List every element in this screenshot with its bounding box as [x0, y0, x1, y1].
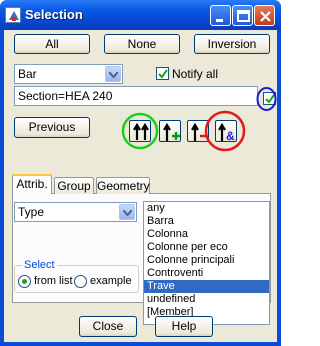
- element-type-select[interactable]: Bar: [14, 64, 123, 84]
- add-selection-button[interactable]: [159, 120, 181, 142]
- blue-highlight-circle: [256, 87, 277, 111]
- select-group-label: Select: [22, 259, 57, 271]
- green-highlight-circle: [121, 112, 159, 150]
- previous-button[interactable]: Previous: [14, 117, 90, 138]
- attribute-select[interactable]: Type: [14, 202, 137, 222]
- title-bar[interactable]: Selection: [0, 0, 281, 30]
- attribute-value: Type: [18, 205, 45, 219]
- red-highlight-circle: [204, 110, 246, 152]
- from-list-radio[interactable]: [18, 275, 31, 288]
- notify-all-label: Notify all: [172, 67, 219, 81]
- list-item[interactable]: Barra: [144, 215, 269, 228]
- dialog-client: All None Inversion Bar Notify all Sectio…: [4, 30, 277, 342]
- selection-criteria-input[interactable]: Section=HEA 240: [14, 86, 258, 106]
- example-radio[interactable]: [74, 275, 87, 288]
- close-icon: [260, 11, 271, 22]
- attribute-values-list[interactable]: any Barra Colonna Colonne per eco Colonn…: [143, 201, 270, 325]
- list-item[interactable]: Controventi: [144, 267, 269, 280]
- tab-group[interactable]: Group: [54, 177, 94, 194]
- list-item[interactable]: any: [144, 202, 269, 215]
- tab-geometry[interactable]: Geometry: [96, 177, 150, 194]
- up-arrow-plus-icon: [163, 122, 180, 141]
- list-item[interactable]: Colonne per eco: [144, 241, 269, 254]
- list-item[interactable]: Colonne principali: [144, 254, 269, 267]
- selection-window: Selection All None Inversion Bar Notify …: [0, 0, 281, 346]
- close-window-button[interactable]: [254, 5, 275, 26]
- all-button[interactable]: All: [14, 34, 90, 54]
- app-icon: [5, 7, 21, 23]
- chevron-down-icon[interactable]: [119, 204, 135, 220]
- maximize-button[interactable]: [232, 5, 253, 26]
- minimize-icon: [216, 19, 223, 22]
- chevron-down-icon[interactable]: [105, 66, 121, 82]
- list-item[interactable]: undefined: [144, 293, 269, 306]
- element-type-value: Bar: [18, 67, 37, 81]
- minimize-button[interactable]: [210, 5, 231, 26]
- window-title: Selection: [25, 7, 83, 22]
- list-item[interactable]: Colonna: [144, 228, 269, 241]
- list-item-selected[interactable]: Trave: [144, 280, 269, 293]
- maximize-icon: [237, 10, 250, 22]
- tab-attrib[interactable]: Attrib.: [12, 174, 52, 194]
- none-button[interactable]: None: [104, 34, 180, 54]
- help-button[interactable]: Help: [155, 316, 213, 337]
- close-button[interactable]: Close: [79, 316, 137, 337]
- checkmark-icon: [158, 69, 168, 79]
- notify-all-checkbox[interactable]: [156, 67, 169, 80]
- example-label: example: [90, 275, 132, 287]
- from-list-label: from list: [34, 275, 73, 287]
- inversion-button[interactable]: Inversion: [194, 34, 270, 54]
